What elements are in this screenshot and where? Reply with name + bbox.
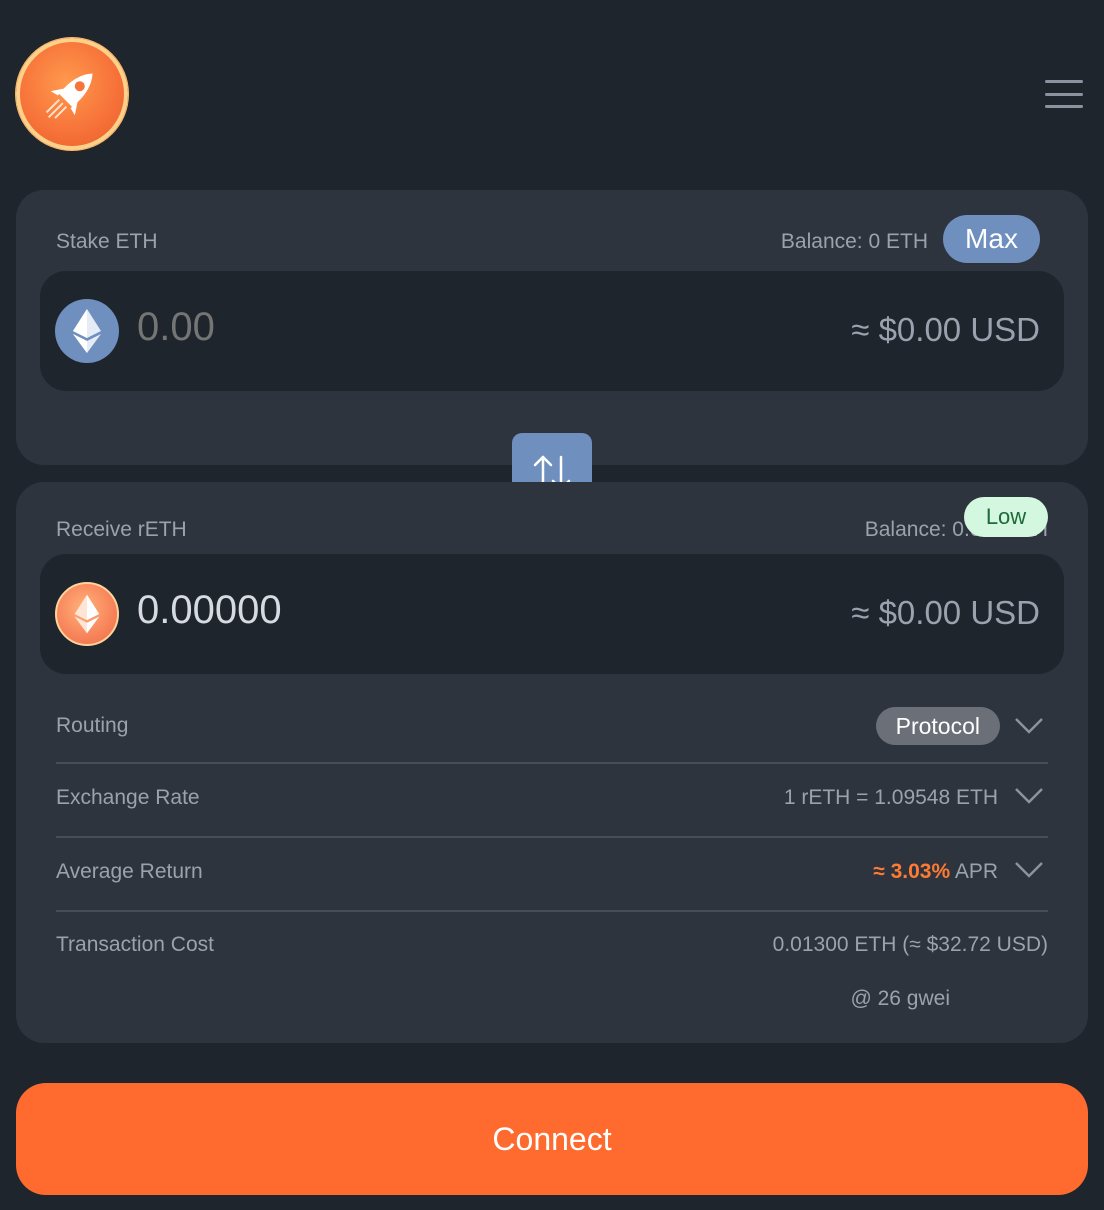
- rocket-icon: [45, 73, 93, 119]
- receive-amount: 0.00000: [137, 588, 282, 632]
- gas-level-badge: Low: [964, 497, 1048, 537]
- gas-price: @ 26 gwei: [850, 987, 950, 1010]
- apr-unit: APR: [954, 860, 998, 883]
- transaction-cost-value: 0.01300 ETH (≈ $32.72 USD): [772, 933, 1048, 956]
- stake-usd-value: ≈ $0.00 USD: [851, 311, 1040, 348]
- routing-label: Routing: [56, 714, 129, 737]
- receive-usd-value: ≈ $0.00 USD: [851, 594, 1040, 631]
- receive-input-row: 0.00000 ≈ $0.00 USD: [40, 554, 1064, 674]
- transaction-cost-label: Transaction Cost: [56, 933, 214, 956]
- average-return-row: Average Return ≈ 3.03% APR: [56, 838, 1048, 912]
- max-button[interactable]: Max: [943, 215, 1040, 263]
- chevron-down-icon[interactable]: [1014, 786, 1044, 806]
- stake-input-row: ≈ $0.00 USD: [40, 271, 1064, 391]
- stake-balance: Balance: 0 ETH: [780, 230, 928, 253]
- exchange-rate-label: Exchange Rate: [56, 786, 200, 809]
- receive-label: Receive rETH: [56, 518, 187, 541]
- apr-percentage: ≈ 3.03%: [873, 860, 951, 883]
- rocket-pool-logo[interactable]: [16, 38, 128, 150]
- hamburger-menu-icon[interactable]: [1045, 80, 1083, 108]
- routing-row: Routing Protocol: [56, 690, 1048, 764]
- receive-card: Receive rETH Balance: 0.00 rETH 0.00000 …: [16, 482, 1088, 1043]
- chevron-down-icon[interactable]: [1014, 716, 1044, 736]
- reth-icon: [55, 582, 119, 646]
- ethereum-icon: [55, 299, 119, 363]
- stake-card: Stake ETH Balance: 0 ETH ≈ $0.00 USD: [16, 190, 1088, 465]
- chevron-down-icon[interactable]: [1014, 860, 1044, 880]
- routing-protocol-pill[interactable]: Protocol: [875, 707, 1000, 745]
- exchange-rate-row: Exchange Rate 1 rETH = 1.09548 ETH: [56, 764, 1048, 838]
- average-return-label: Average Return: [56, 860, 203, 883]
- connect-button[interactable]: Connect: [16, 1083, 1088, 1195]
- exchange-rate-value: 1 rETH = 1.09548 ETH: [783, 786, 998, 809]
- stake-label: Stake ETH: [56, 230, 158, 253]
- stake-amount-input[interactable]: [137, 305, 637, 350]
- average-return-value: ≈ 3.03% APR: [873, 860, 998, 884]
